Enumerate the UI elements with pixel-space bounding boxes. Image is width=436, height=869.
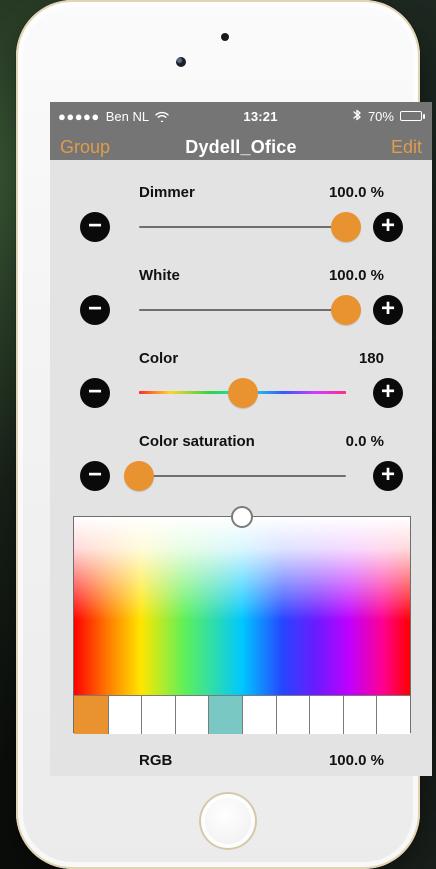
dimmer-track <box>139 226 346 228</box>
plus-icon: + <box>380 295 395 322</box>
status-left: ●●●●● Ben NL <box>58 109 169 124</box>
minus-icon: − <box>87 378 102 405</box>
swatch-10[interactable] <box>376 696 410 734</box>
swatch-1[interactable] <box>74 696 108 734</box>
color-swatches <box>74 695 410 734</box>
swatch-9[interactable] <box>342 696 377 734</box>
swatch-2[interactable] <box>107 696 142 734</box>
status-right: 70% <box>352 108 425 124</box>
color-picker-handle[interactable] <box>231 506 253 528</box>
color-control: Color 180 − + <box>50 350 432 434</box>
white-thumb[interactable] <box>331 295 361 325</box>
saturation-thumb[interactable] <box>124 461 154 491</box>
color-spectrum[interactable] <box>74 517 410 695</box>
rgb-value: 100.0 % <box>328 752 384 769</box>
battery-percent: 70% <box>367 108 394 124</box>
status-time: 13:21 <box>243 108 278 124</box>
color-plus-button[interactable]: + <box>373 378 403 408</box>
swatch-4[interactable] <box>174 696 209 734</box>
controls-content: Dimmer 100.0 % − + White 100.0 % − + Col… <box>50 160 432 776</box>
plus-icon: + <box>380 212 395 239</box>
minus-icon: − <box>87 295 102 322</box>
signal-dots: ●●●●● <box>58 108 100 124</box>
plus-icon: + <box>380 461 395 488</box>
plus-icon: + <box>380 378 395 405</box>
white-control: White 100.0 % − + <box>50 267 432 351</box>
color-slider[interactable] <box>139 378 346 408</box>
bluetooth-icon <box>352 109 362 123</box>
swatch-8[interactable] <box>309 696 343 734</box>
white-plus-button[interactable]: + <box>373 295 403 325</box>
saturation-minus-button[interactable]: − <box>80 461 110 491</box>
saturation-label: Color saturation <box>139 433 255 450</box>
edit-button[interactable]: Edit <box>391 137 422 160</box>
white-minus-button[interactable]: − <box>80 295 110 325</box>
swatch-5[interactable] <box>208 696 242 734</box>
color-thumb[interactable] <box>227 378 258 408</box>
speaker-icon <box>221 33 229 41</box>
color-value: 180 <box>358 350 384 367</box>
saturation-plus-button[interactable]: + <box>373 461 403 491</box>
saturation-control: Color saturation 0.0 % − + <box>50 433 432 517</box>
rgb-label: RGB <box>139 752 173 769</box>
white-slider[interactable] <box>139 295 361 325</box>
dimmer-minus-button[interactable]: − <box>80 212 110 242</box>
dimmer-label: Dimmer <box>139 184 195 201</box>
phone-device: ●●●●● Ben NL 13:21 70% Group Dydell_Ofic… <box>16 0 432 869</box>
color-picker[interactable] <box>73 506 411 734</box>
carrier-label: Ben NL <box>105 108 150 124</box>
minus-icon: − <box>87 212 102 239</box>
saturation-track <box>139 475 346 477</box>
group-button[interactable]: Group <box>60 137 110 160</box>
battery-icon <box>399 111 425 121</box>
swatch-7[interactable] <box>275 696 310 734</box>
swatch-3[interactable] <box>141 696 175 734</box>
navigation-bar: Group Dydell_Ofice Edit <box>50 130 432 160</box>
color-label: Color <box>139 350 179 367</box>
dimmer-thumb[interactable] <box>331 212 361 242</box>
dimmer-slider[interactable] <box>139 212 361 242</box>
color-minus-button[interactable]: − <box>80 378 110 408</box>
rgb-control: RGB 100.0 % <box>50 752 432 776</box>
front-camera-icon <box>176 57 186 67</box>
white-label: White <box>139 267 180 284</box>
white-track <box>139 309 346 311</box>
dimmer-control: Dimmer 100.0 % − + <box>50 184 432 268</box>
wifi-icon <box>155 110 169 122</box>
dimmer-plus-button[interactable]: + <box>373 212 403 242</box>
saturation-slider[interactable] <box>124 461 346 491</box>
saturation-value: 0.0 % <box>345 433 384 450</box>
status-bar: ●●●●● Ben NL 13:21 70% <box>50 102 432 130</box>
home-button[interactable] <box>199 792 257 850</box>
phone-screen: ●●●●● Ben NL 13:21 70% Group Dydell_Ofic… <box>50 102 432 776</box>
swatch-6[interactable] <box>241 696 276 734</box>
minus-icon: − <box>87 461 102 488</box>
white-value: 100.0 % <box>328 267 384 284</box>
dimmer-value: 100.0 % <box>328 184 384 201</box>
